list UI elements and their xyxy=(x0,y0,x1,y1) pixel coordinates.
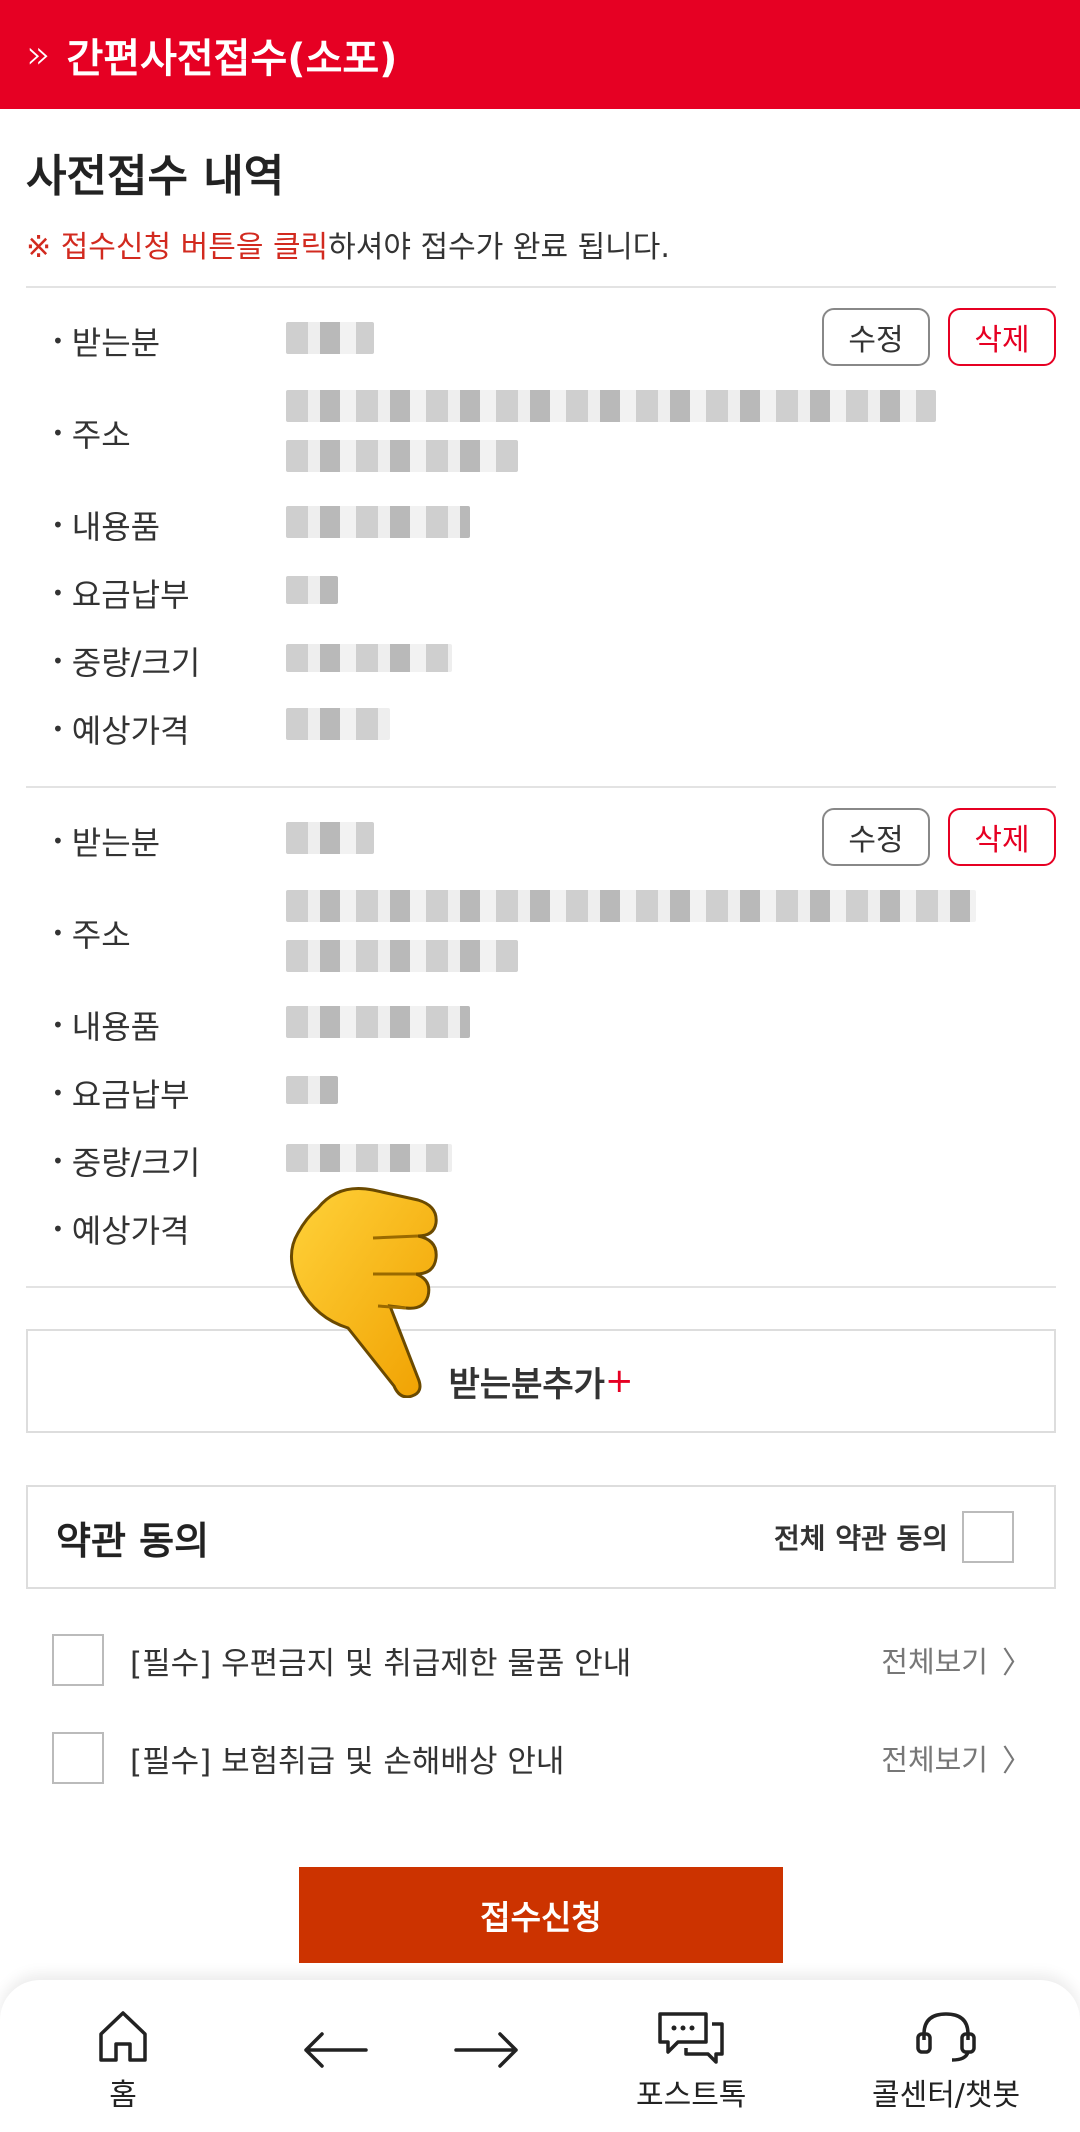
add-recipient-label: 받는분추가 xyxy=(448,1364,605,1405)
field-label: 중량/크기 xyxy=(71,1144,201,1182)
divider xyxy=(26,1286,1056,1288)
pointing-hand-icon xyxy=(290,1186,438,1398)
term-checkbox-1[interactable] xyxy=(52,1634,104,1686)
record-row-weight: • 중량/크기 xyxy=(52,638,200,684)
nav-home[interactable]: 홈 xyxy=(96,2008,150,2114)
app-header: » 간편사전접수(소포) xyxy=(0,0,1080,109)
term-item-2: [필수] 보험취급 및 손해배상 안내 전체보기 〉 xyxy=(52,1732,1032,1784)
back-arrow-icon[interactable] xyxy=(300,2030,370,2070)
home-icon xyxy=(99,2011,147,2062)
edit-button[interactable]: 수정 xyxy=(822,808,930,866)
divider xyxy=(26,786,1056,788)
record-row-price: • 예상가격 xyxy=(52,706,190,752)
redacted-value xyxy=(286,708,390,740)
view-all-link[interactable]: 전체보기 xyxy=(881,1639,988,1681)
record-row-contents: • 내용품 xyxy=(52,1002,160,1048)
redacted-value xyxy=(286,506,470,538)
nav-home-label: 홈 xyxy=(109,2078,137,2113)
nav-posttalk-label: 포스트톡 xyxy=(636,2078,747,2113)
term-label: [필수] 보험취급 및 손해배상 안내 xyxy=(130,1743,565,1780)
agree-all-label: 전체 약관 동의 xyxy=(773,1522,948,1555)
record-row-weight: • 중량/크기 xyxy=(52,1138,200,1184)
field-label: 중량/크기 xyxy=(71,644,201,682)
terms-agreement-box: 약관 동의 전체 약관 동의 xyxy=(26,1485,1056,1589)
add-recipient-button[interactable]: 받는분추가 + xyxy=(26,1329,1056,1433)
redacted-value xyxy=(286,940,518,972)
chat-bubble-icon xyxy=(658,2012,724,2064)
field-label: 예상가격 xyxy=(71,712,190,750)
redacted-value xyxy=(286,390,936,422)
headset-icon xyxy=(916,2012,976,2062)
chevron-right-icon[interactable]: 〉 xyxy=(1002,1638,1032,1682)
section-title: 사전접수 내역 xyxy=(26,151,285,202)
delete-button[interactable]: 삭제 xyxy=(948,808,1056,866)
double-chevron-icon[interactable]: » xyxy=(26,32,51,78)
notice-rest: 하셔야 접수가 완료 됩니다. xyxy=(328,230,670,265)
field-label: 주소 xyxy=(71,916,131,954)
record-row-payment: • 요금납부 xyxy=(52,1070,190,1116)
notice-highlight: 접수신청 버튼을 클릭 xyxy=(60,230,329,265)
page-header-title: 간편사전접수(소포) xyxy=(66,35,398,82)
notice-text: ※ 접수신청 버튼을 클릭하셔야 접수가 완료 됩니다. xyxy=(26,222,670,266)
nav-posttalk[interactable]: 포스트톡 xyxy=(636,2008,746,2114)
record-row-contents: • 내용품 xyxy=(52,502,160,548)
record-row-recipient: • 받는분 xyxy=(52,318,160,364)
field-label: 요금납부 xyxy=(71,1076,190,1114)
field-label: 내용품 xyxy=(71,508,161,546)
record-row-address: • 주소 xyxy=(52,910,131,956)
field-label: 받는분 xyxy=(71,824,161,862)
redacted-value xyxy=(286,1006,470,1038)
record-row-recipient: • 받는분 xyxy=(52,818,160,864)
plus-icon: + xyxy=(604,1361,634,1401)
redacted-value xyxy=(286,644,452,672)
field-label: 내용품 xyxy=(71,1008,161,1046)
field-label: 예상가격 xyxy=(71,1212,190,1250)
record-row-price: • 예상가격 xyxy=(52,1206,190,1252)
field-label: 주소 xyxy=(71,416,131,454)
redacted-value xyxy=(286,440,518,472)
nav-callcenter-label: 콜센터/챗봇 xyxy=(872,2078,1021,2113)
field-label: 받는분 xyxy=(71,324,161,362)
agree-all-checkbox[interactable] xyxy=(962,1511,1014,1563)
record-row-payment: • 요금납부 xyxy=(52,570,190,616)
divider xyxy=(26,286,1056,288)
redacted-value xyxy=(286,322,374,354)
edit-button[interactable]: 수정 xyxy=(822,308,930,366)
redacted-value xyxy=(286,1144,452,1172)
view-all-link[interactable]: 전체보기 xyxy=(881,1737,988,1779)
term-checkbox-2[interactable] xyxy=(52,1732,104,1784)
nav-callcenter[interactable]: 콜센터/챗봇 xyxy=(872,2008,1020,2114)
redacted-value xyxy=(286,1076,338,1104)
terms-title: 약관 동의 xyxy=(56,1518,210,1563)
chevron-right-icon[interactable]: 〉 xyxy=(1002,1736,1032,1780)
agree-all: 전체 약관 동의 xyxy=(774,1511,1014,1563)
redacted-value xyxy=(286,576,338,604)
redacted-value xyxy=(286,890,976,922)
submit-button[interactable]: 접수신청 xyxy=(299,1867,783,1963)
term-label: [필수] 우편금지 및 취급제한 물품 안내 xyxy=(130,1645,632,1682)
term-item-1: [필수] 우편금지 및 취급제한 물품 안내 전체보기 〉 xyxy=(52,1634,1032,1686)
redacted-value xyxy=(286,822,374,854)
record-row-address: • 주소 xyxy=(52,410,131,456)
notice-mark: ※ xyxy=(26,230,61,265)
delete-button[interactable]: 삭제 xyxy=(948,308,1056,366)
field-label: 요금납부 xyxy=(71,576,190,614)
forward-arrow-icon[interactable] xyxy=(452,2030,522,2070)
